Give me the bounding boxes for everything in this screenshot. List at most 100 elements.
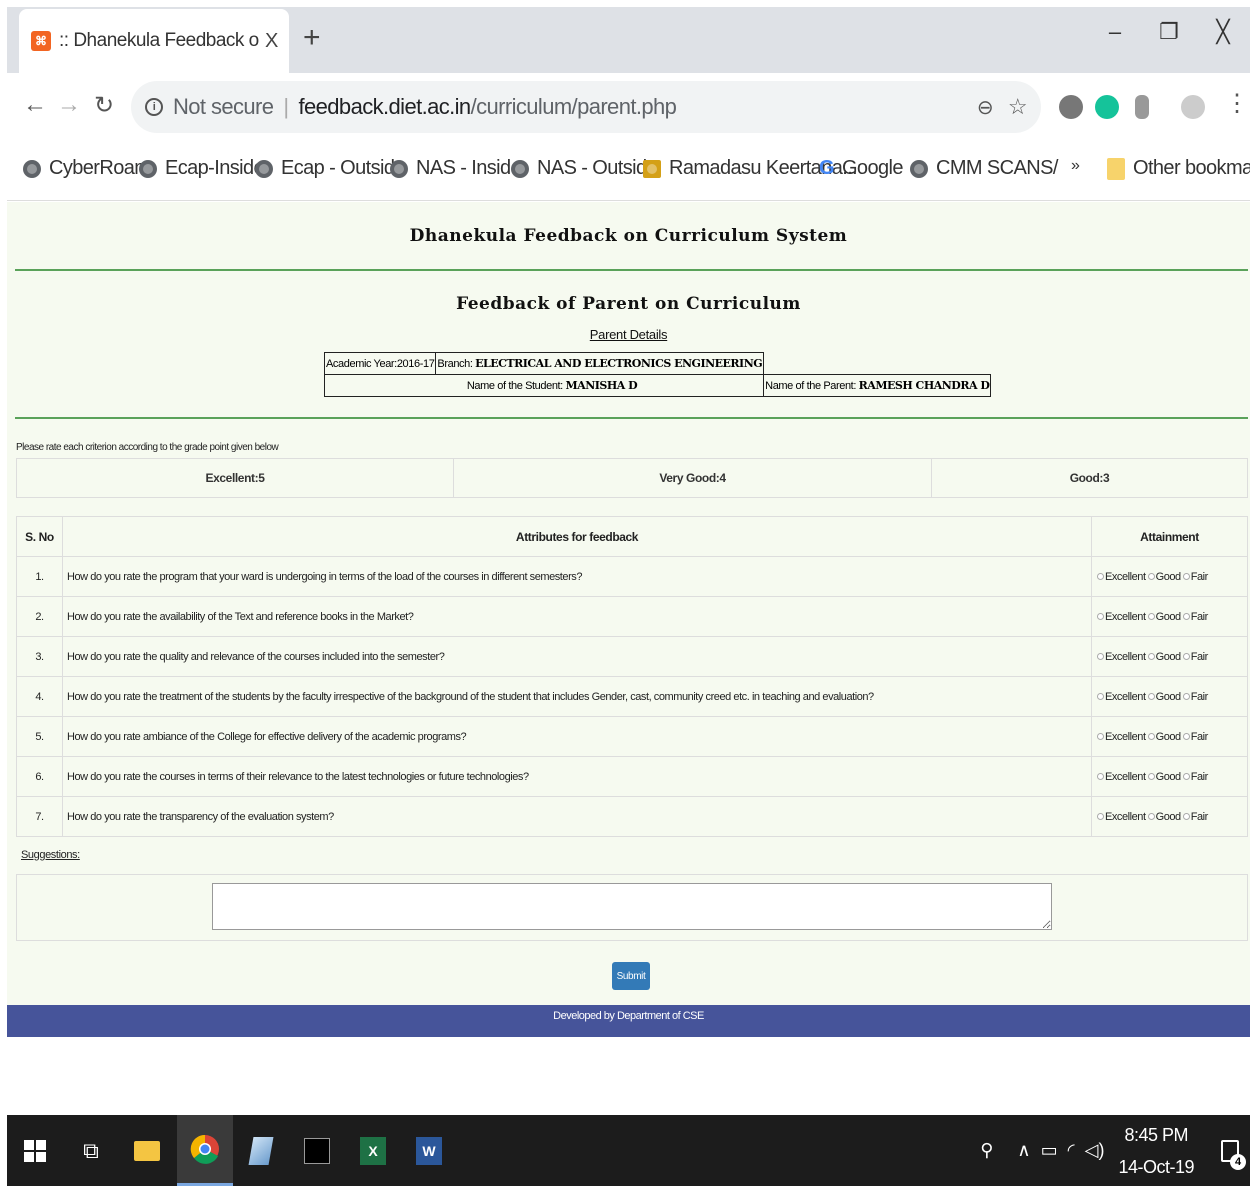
- radio-excellent[interactable]: [1097, 613, 1104, 621]
- extension-shield-icon[interactable]: [1135, 95, 1149, 119]
- bookmark-ecap-outside[interactable]: Ecap - Outside: [255, 157, 405, 180]
- people-icon[interactable]: ⚲: [980, 1140, 993, 1161]
- minimize-icon[interactable]: –: [1088, 7, 1142, 57]
- radio-good[interactable]: [1147, 773, 1155, 781]
- grammarly-icon[interactable]: [1095, 95, 1119, 119]
- attainment-options: Excellent Good Fair: [1091, 636, 1248, 677]
- tab-strip: ⌘ :: Dhanekula Feedback on Curricu X + –…: [7, 7, 1250, 73]
- divider: [15, 417, 1248, 419]
- file-explorer-icon[interactable]: [119, 1115, 175, 1186]
- back-icon[interactable]: ←: [23, 91, 47, 119]
- radio-label: Excellent: [1105, 570, 1146, 583]
- new-tab-button[interactable]: +: [303, 21, 321, 55]
- address-bar[interactable]: i Not secure | feedback.diet.ac.in /curr…: [131, 81, 1041, 133]
- question-text: How do you rate the courses in terms of …: [62, 756, 1092, 797]
- radio-label: Fair: [1190, 770, 1209, 783]
- form-title: Feedback of Parent on Curriculum: [456, 294, 801, 314]
- radio-fair[interactable]: [1182, 813, 1190, 821]
- radio-excellent[interactable]: [1097, 653, 1104, 661]
- radio-good[interactable]: [1147, 573, 1155, 581]
- radio-excellent[interactable]: [1097, 573, 1104, 581]
- word-icon[interactable]: W: [401, 1115, 457, 1186]
- header-sno: S. No: [16, 516, 63, 557]
- site-favicon-icon: ⌘: [31, 31, 51, 51]
- question-text: How do you rate the transparency of the …: [62, 796, 1092, 837]
- notes-app-icon[interactable]: [233, 1115, 289, 1186]
- windows-start-icon[interactable]: [7, 1115, 63, 1186]
- radio-excellent[interactable]: [1097, 733, 1104, 741]
- radio-good[interactable]: [1147, 653, 1155, 661]
- restore-icon[interactable]: ❐: [1142, 7, 1196, 57]
- site-title: Dhanekula Feedback on Curriculum System: [409, 226, 848, 246]
- system-tray: ⚲ ∧ ▭ ◜ ◁) 8:45 PM 14-Oct-19 4: [980, 1115, 1250, 1186]
- zoom-icon[interactable]: ⊖: [977, 95, 994, 120]
- attainment-options: Excellent Good Fair: [1091, 716, 1248, 757]
- radio-good[interactable]: [1147, 733, 1155, 741]
- suggestions-textarea[interactable]: [212, 883, 1052, 930]
- browser-tab[interactable]: ⌘ :: Dhanekula Feedback on Curricu X: [19, 9, 289, 73]
- question-number: 2.: [16, 596, 63, 637]
- bookmark-cyberroam[interactable]: CyberRoam: [23, 157, 151, 180]
- bookmarks-overflow-button[interactable]: »: [1071, 157, 1080, 175]
- radio-label: Fair: [1190, 650, 1209, 663]
- url-host: feedback.diet.ac.in: [298, 94, 472, 119]
- radio-fair[interactable]: [1182, 613, 1190, 621]
- bookmark-google[interactable]: G Google: [819, 157, 903, 180]
- bookmark-cmm-scans[interactable]: CMM SCANS/: [910, 157, 1058, 180]
- radio-excellent[interactable]: [1097, 693, 1104, 701]
- radio-fair[interactable]: [1182, 653, 1190, 661]
- page-content: Dhanekula Feedback on Curriculum System …: [7, 202, 1250, 1037]
- radio-fair[interactable]: [1182, 773, 1190, 781]
- battery-icon[interactable]: ▭: [1041, 1140, 1058, 1161]
- bookmark-nas-outside[interactable]: NAS - Outside: [511, 157, 658, 180]
- globe-icon: [390, 159, 408, 178]
- task-view-icon[interactable]: ⧉: [63, 1115, 119, 1186]
- grade-very-good: Very Good:4: [453, 458, 932, 498]
- question-text: How do you rate the availability of the …: [62, 596, 1092, 637]
- grade-excellent: Excellent:5: [16, 458, 454, 498]
- info-icon[interactable]: i: [145, 98, 163, 116]
- radio-fair[interactable]: [1182, 693, 1190, 701]
- question-number: 5.: [16, 716, 63, 757]
- bookmark-ecap-inside[interactable]: Ecap-Inside: [139, 157, 265, 180]
- notification-count-badge: 4: [1230, 1154, 1246, 1170]
- notification-center-icon[interactable]: 4: [1210, 1115, 1250, 1186]
- excel-icon[interactable]: X: [345, 1115, 401, 1186]
- clock[interactable]: 8:45 PM 14-Oct-19: [1118, 1119, 1194, 1183]
- chrome-icon[interactable]: [177, 1115, 233, 1186]
- volume-icon[interactable]: ◁): [1085, 1140, 1105, 1161]
- bookmark-nas-inside[interactable]: NAS - Inside: [390, 157, 522, 180]
- header-attributes: Attributes for feedback: [62, 516, 1092, 557]
- show-hidden-icon[interactable]: ∧: [1017, 1140, 1030, 1161]
- menu-kebab-icon[interactable]: ⋮: [1225, 89, 1249, 118]
- question-number: 7.: [16, 796, 63, 837]
- radio-excellent[interactable]: [1097, 773, 1104, 781]
- other-bookmarks[interactable]: Other bookmarks: [1107, 157, 1250, 180]
- table-row: 3. How do you rate the quality and releva…: [16, 636, 1248, 677]
- attainment-options: Excellent Good Fair: [1091, 796, 1248, 837]
- forward-icon[interactable]: →: [57, 91, 81, 119]
- terminal-icon[interactable]: [289, 1115, 345, 1186]
- tab-close-icon[interactable]: X: [265, 30, 278, 53]
- reload-icon[interactable]: ↻: [94, 91, 114, 120]
- ramadasu-icon: [643, 159, 661, 178]
- radio-good[interactable]: [1147, 693, 1155, 701]
- radio-fair[interactable]: [1182, 573, 1190, 581]
- window-close-icon[interactable]: ╳: [1196, 7, 1250, 57]
- submit-button[interactable]: Submit: [612, 962, 650, 990]
- radio-good[interactable]: [1147, 813, 1155, 821]
- globe-icon: [910, 159, 928, 178]
- parent-details-link[interactable]: Parent Details: [7, 327, 1250, 342]
- radio-excellent[interactable]: [1097, 813, 1104, 821]
- profile-avatar-icon[interactable]: [1181, 95, 1205, 119]
- bookmark-star-icon[interactable]: ☆: [1008, 94, 1028, 120]
- extension-film-icon[interactable]: [1059, 95, 1083, 119]
- wifi-icon[interactable]: ◜: [1068, 1140, 1075, 1161]
- radio-fair[interactable]: [1182, 733, 1190, 741]
- divider: [15, 269, 1248, 271]
- table-row: 1. How do you rate the program that your …: [16, 556, 1248, 597]
- question-text: How do you rate the program that your wa…: [62, 556, 1092, 597]
- radio-label: Excellent: [1105, 650, 1146, 663]
- attainment-options: Excellent Good Fair: [1091, 556, 1248, 597]
- radio-good[interactable]: [1147, 613, 1155, 621]
